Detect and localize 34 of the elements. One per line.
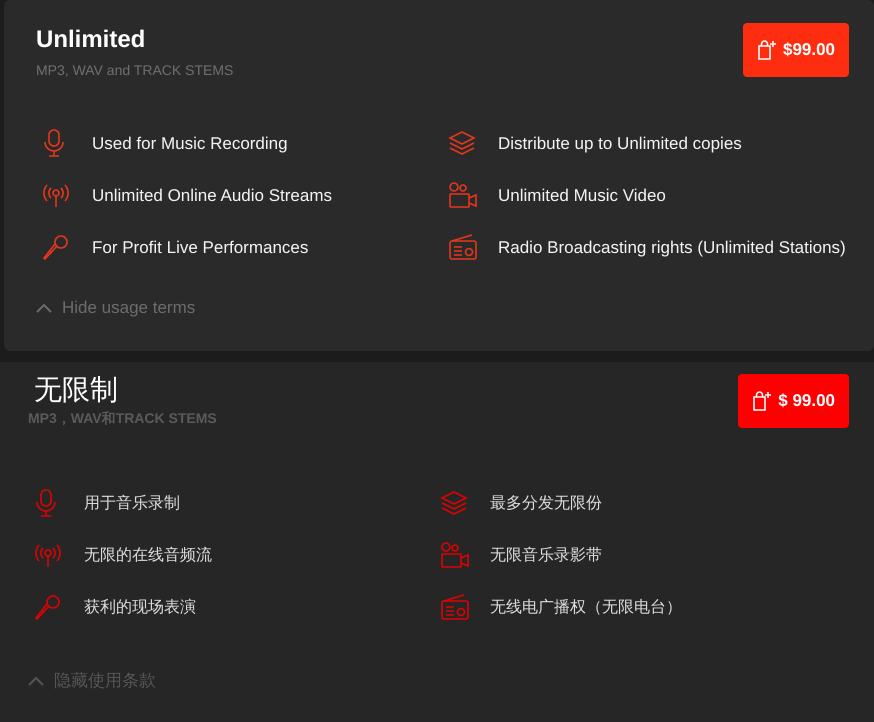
radio-icon xyxy=(448,233,478,261)
feature-text: Unlimited Music Video xyxy=(498,184,666,206)
feature-text: 无限的在线音频流 xyxy=(84,544,212,566)
feature-text: 无线电广播权（无限电台） xyxy=(490,596,682,618)
layers-icon xyxy=(440,490,468,516)
license-title: 无限制 xyxy=(33,374,119,406)
feature-text: Radio Broadcasting rights (Unlimited Stations) xyxy=(498,236,846,258)
feature-text: 无限音乐录影带 xyxy=(490,544,602,566)
add-to-cart-button[interactable]: $ 99.00 xyxy=(738,374,849,428)
broadcast-icon xyxy=(42,182,70,208)
chevron-up-icon xyxy=(36,302,52,313)
shopping-bag-plus-icon xyxy=(752,390,772,410)
hide-usage-terms-link[interactable]: Hide usage terms xyxy=(36,295,196,320)
chevron-up-icon xyxy=(28,676,44,686)
video-camera-icon xyxy=(448,181,478,209)
broadcast-icon xyxy=(34,542,62,568)
feature-text: For Profit Live Performances xyxy=(92,236,308,258)
video-camera-icon xyxy=(440,540,470,568)
shopping-bag-plus-icon xyxy=(757,40,777,60)
feature-text: Unlimited Online Audio Streams xyxy=(92,184,332,206)
license-formats: MP3, WAV and TRACK STEMS xyxy=(36,61,234,80)
feature-text: 获利的现场表演 xyxy=(84,596,196,618)
handheld-microphone-icon xyxy=(42,233,70,261)
license-title: Unlimited xyxy=(36,25,146,55)
feature-text: Distribute up to Unlimited copies xyxy=(498,132,742,154)
radio-icon xyxy=(440,592,470,620)
feature-text: Used for Music Recording xyxy=(92,132,288,154)
microphone-icon xyxy=(42,129,66,157)
layers-icon xyxy=(448,130,476,156)
feature-text: 用于音乐录制 xyxy=(84,492,180,514)
add-to-cart-button[interactable]: $99.00 xyxy=(743,23,849,77)
feature-text: 最多分发无限份 xyxy=(490,492,602,514)
handheld-microphone-icon xyxy=(34,592,62,620)
microphone-icon xyxy=(34,488,58,516)
